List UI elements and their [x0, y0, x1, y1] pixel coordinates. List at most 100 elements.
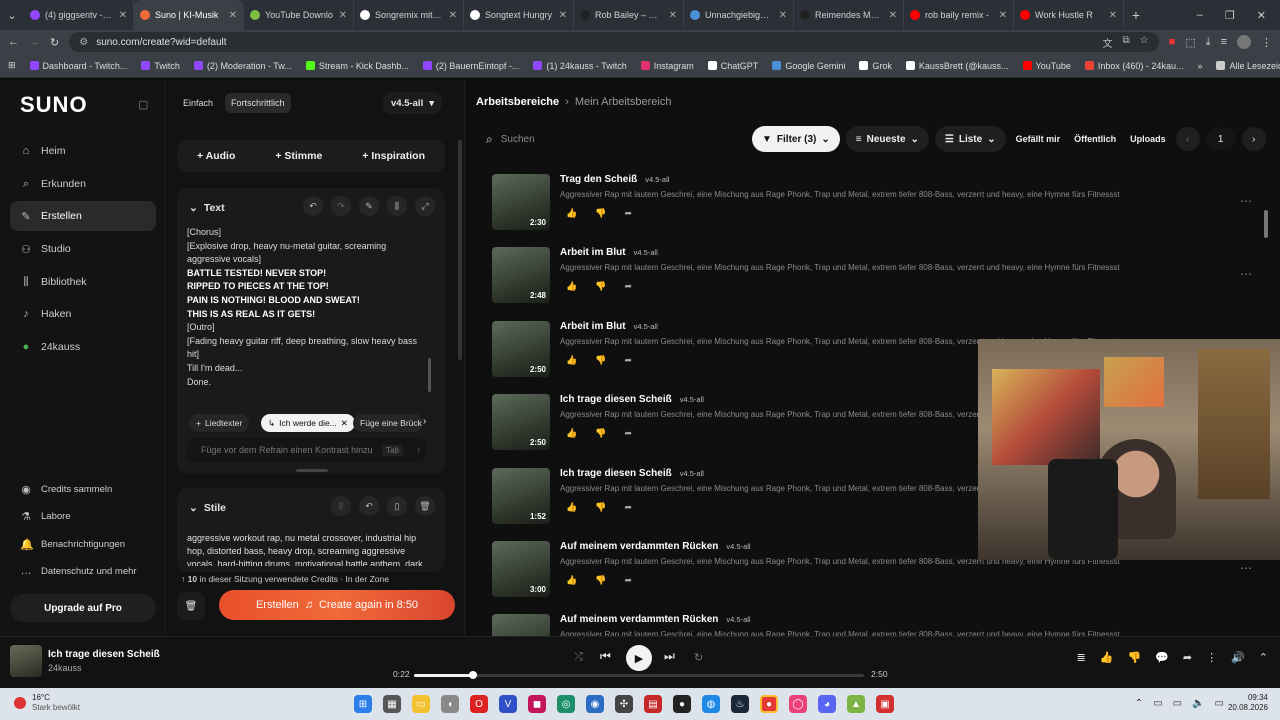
lyrics-textarea[interactable]: [Chorus] [Explosive drop, heavy nu-metal … — [187, 226, 427, 402]
new-tab-button[interactable]: + — [1124, 7, 1148, 23]
song-cover[interactable]: 2:30 — [492, 174, 550, 230]
bookmark-item[interactable]: Dashboard - Twitch... — [29, 61, 127, 71]
share-icon[interactable]: ➦ — [624, 575, 632, 586]
sidebar-item-heim[interactable]: ⌂ Heim — [10, 136, 156, 166]
next-page-button[interactable]: › — [1241, 127, 1266, 151]
upgrade-button[interactable]: Upgrade auf Pro — [10, 594, 156, 622]
dislike-icon[interactable]: 👎 — [595, 208, 606, 219]
dislike-icon[interactable]: 👎 — [595, 428, 606, 439]
resize-handle[interactable] — [296, 469, 328, 472]
add-audio-button[interactable]: + Audio — [197, 150, 235, 162]
song-list-scrollbar[interactable] — [1264, 210, 1268, 238]
active-suggestion-chip[interactable]: ↳ Ich werde die... ✕ — [261, 414, 355, 432]
bookmark-item[interactable]: Inbox (460) - 24kau... — [1084, 61, 1183, 71]
bridge-chip[interactable]: Füge eine Brück — [353, 414, 423, 432]
model-select[interactable]: v4.5-all ▾ — [383, 92, 442, 114]
song-title[interactable]: Ich trage diesen Scheiß — [560, 468, 672, 479]
library-icon[interactable]: ⫼ — [331, 496, 351, 516]
close-tab-icon[interactable]: ✕ — [779, 10, 787, 21]
mode-advanced[interactable]: Fortschrittlich — [225, 93, 291, 113]
close-tab-icon[interactable]: ✕ — [889, 10, 897, 21]
dislike-icon[interactable]: 👎 — [595, 355, 606, 366]
progress-bar[interactable] — [414, 674, 864, 677]
battery-icon[interactable]: ▭ — [1215, 698, 1224, 709]
styles-header[interactable]: ⌄ Stile — [189, 502, 226, 514]
translate-icon[interactable]: 文 — [1103, 35, 1113, 50]
browser-tab[interactable]: Reimendes Motiv ✕ — [794, 0, 904, 30]
app-icon[interactable]: ✣ — [615, 695, 633, 713]
like-icon[interactable]: 👍 — [566, 502, 577, 513]
app-icon[interactable]: ◉ — [586, 695, 604, 713]
more-options-icon[interactable]: ⋯ — [1240, 561, 1252, 575]
bookmark-item[interactable]: (2) Moderation - Tw... — [193, 61, 292, 71]
sidebar-item-24kauss[interactable]: ● 24kauss — [10, 332, 156, 362]
sidebar-item-bibliothek[interactable]: ⫼ Bibliothek — [10, 267, 156, 297]
extensions-puzzle-icon[interactable]: ⬚ — [1185, 36, 1195, 49]
browser-menu-icon[interactable]: ⋮ — [1261, 36, 1272, 49]
song-row[interactable]: 2:48 Arbeit im Blut v4.5-all Aggressiver Ra… — [492, 247, 1252, 309]
bookmark-item[interactable]: Stream - Kick Dashb... — [305, 61, 409, 71]
lyricist-chip[interactable]: + Liedtexter — [189, 414, 250, 432]
progress-handle[interactable] — [468, 671, 477, 679]
restore-icon[interactable]: ❐ — [1225, 9, 1235, 22]
browser-tab[interactable]: YouTube Downlo ✕ — [244, 0, 354, 30]
next-icon[interactable]: ⏭ — [664, 649, 675, 664]
undo-icon[interactable]: ↶ — [359, 496, 379, 516]
share-icon[interactable]: ➦ — [1183, 651, 1192, 664]
reload-icon[interactable]: ↻ — [50, 36, 59, 49]
suno-logo[interactable]: SUNO — [20, 92, 88, 118]
song-cover[interactable]: 2:48 — [492, 247, 550, 304]
styles-textarea[interactable]: aggressive workout rap, nu metal crossov… — [187, 532, 425, 566]
bookmark-item[interactable]: KaussBrett (@kauss... — [905, 61, 1009, 71]
queue-icon[interactable]: ≣ — [1077, 651, 1086, 664]
chrome-icon[interactable]: ● — [760, 695, 778, 713]
dislike-icon[interactable]: 👎 — [595, 502, 606, 513]
dislike-icon[interactable]: 👎 — [595, 281, 606, 292]
sidebar-item-haken[interactable]: ♪ Haken — [10, 299, 156, 329]
close-tab-icon[interactable]: ✕ — [339, 10, 347, 21]
network-icon[interactable]: ▭ — [1173, 698, 1182, 709]
sort-button[interactable]: ≡ Neueste ⌄ — [845, 126, 929, 152]
now-playing-artist[interactable]: 24kauss — [48, 663, 82, 673]
like-icon[interactable]: 👍 — [1100, 651, 1114, 664]
close-tab-icon[interactable]: ✕ — [1109, 10, 1117, 21]
bookmark-item[interactable]: (2) BauernEintopf -... — [422, 61, 519, 71]
view-button[interactable]: ☰ Liste ⌄ — [934, 126, 1006, 152]
close-tab-icon[interactable]: ✕ — [559, 10, 567, 21]
forward-icon[interactable]: → — [29, 36, 40, 48]
media-control-icon[interactable]: ≡ — [1221, 36, 1227, 48]
app-icon[interactable]: ▲ — [847, 695, 865, 713]
bookmark-item[interactable]: Instagram — [640, 61, 694, 71]
browser-tab[interactable]: Unnachgiebiger R ✕ — [684, 0, 794, 30]
play-button[interactable]: ▶ — [626, 645, 652, 671]
tray-app-icon[interactable]: ▭ — [1153, 698, 1162, 709]
app-icon[interactable]: ◼ — [528, 695, 546, 713]
uploads-filter[interactable]: Uploads — [1126, 134, 1170, 144]
browser-tab[interactable]: Rob Bailey – Hung ✕ — [574, 0, 684, 30]
song-cover[interactable]: 1:52 — [492, 467, 550, 524]
repeat-icon[interactable]: ↻ — [694, 651, 703, 664]
share-icon[interactable]: ➦ — [624, 208, 632, 219]
close-tab-icon[interactable]: ✕ — [449, 10, 457, 21]
song-row[interactable]: 2:30 Trag den Scheiß v4.5-all Aggressiver R… — [492, 174, 1252, 236]
close-tab-icon[interactable]: ✕ — [229, 10, 237, 21]
sidebar-bottom-item[interactable]: … Datenschutz und mehr — [10, 560, 156, 582]
add-voice-button[interactable]: + Stimme — [275, 150, 322, 162]
add-inspiration-button[interactable]: + Inspiration — [362, 150, 425, 162]
dislike-icon[interactable]: 👎 — [595, 575, 606, 586]
sidebar-bottom-item[interactable]: 🔔 Benachrichtigungen — [10, 533, 156, 555]
tab-list-chevron-icon[interactable]: ⌄ — [0, 9, 24, 22]
lyrics-prompt-input[interactable]: Füge vor dem Refrain einen Kontrast hinz… — [187, 438, 427, 462]
back-icon[interactable]: ← — [8, 36, 19, 48]
browser-tab[interactable]: (4) giggsentv - Tw ✕ — [24, 0, 134, 30]
close-tab-icon[interactable]: ✕ — [669, 10, 677, 21]
bookmark-item[interactable]: ChatGPT — [707, 61, 758, 71]
song-title[interactable]: Ich trage diesen Scheiß — [560, 394, 672, 405]
song-title[interactable]: Arbeit im Blut — [560, 321, 626, 332]
more-options-icon[interactable]: ⋯ — [1240, 194, 1252, 208]
close-tab-icon[interactable]: ✕ — [999, 10, 1007, 21]
steam-icon[interactable]: ♨ — [731, 695, 749, 713]
undo-icon[interactable]: ↶ — [303, 196, 323, 216]
site-info-icon[interactable]: ⚙ — [79, 37, 88, 48]
sidebar-item-erkunden[interactable]: ⌕ Erkunden — [10, 169, 156, 199]
